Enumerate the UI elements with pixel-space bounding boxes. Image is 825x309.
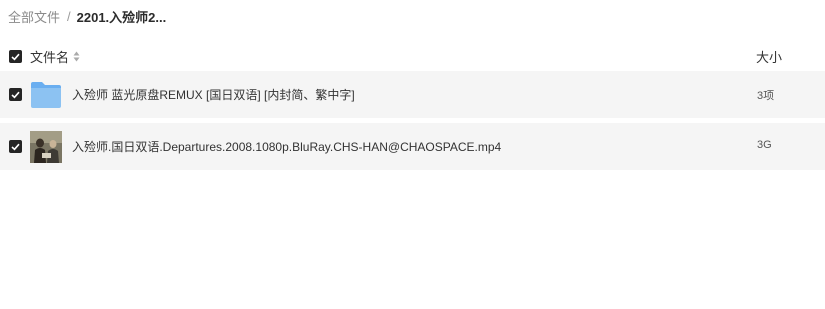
checkmark-icon bbox=[11, 91, 20, 98]
file-row-video[interactable]: 入殓师.国日双语.Departures.2008.1080p.BluRay.CH… bbox=[0, 123, 825, 170]
file-name[interactable]: 入殓师.国日双语.Departures.2008.1080p.BluRay.CH… bbox=[72, 138, 501, 155]
file-row-folder[interactable]: 入殓师 蓝光原盘REMUX [国日双语] [内封简、繁中字] 3项 bbox=[0, 71, 825, 118]
folder-icon bbox=[31, 82, 61, 108]
checkmark-icon bbox=[11, 143, 20, 150]
name-column-header[interactable]: 文件名 bbox=[30, 47, 80, 66]
breadcrumb-separator: / bbox=[67, 8, 71, 24]
select-all-checkbox[interactable] bbox=[9, 50, 22, 63]
row-checkbox[interactable] bbox=[9, 88, 22, 101]
checkmark-icon bbox=[11, 53, 20, 60]
video-thumbnail bbox=[30, 131, 62, 163]
sort-icon[interactable] bbox=[73, 51, 80, 62]
file-list-header: 文件名 大小 bbox=[0, 40, 825, 70]
breadcrumb: 全部文件 / 2201.入殓师2... bbox=[8, 7, 166, 25]
size-column-header[interactable]: 大小 bbox=[756, 47, 782, 66]
file-size: 3项 bbox=[757, 90, 775, 102]
breadcrumb-current-folder: 2201.入殓师2... bbox=[76, 9, 167, 25]
file-name[interactable]: 入殓师 蓝光原盘REMUX [国日双语] [内封简、繁中字] bbox=[72, 86, 355, 103]
row-checkbox[interactable] bbox=[9, 140, 22, 153]
breadcrumb-root-link[interactable]: 全部文件 bbox=[8, 7, 60, 26]
name-column-label: 文件名 bbox=[30, 50, 70, 65]
file-size: 3G bbox=[757, 139, 772, 151]
